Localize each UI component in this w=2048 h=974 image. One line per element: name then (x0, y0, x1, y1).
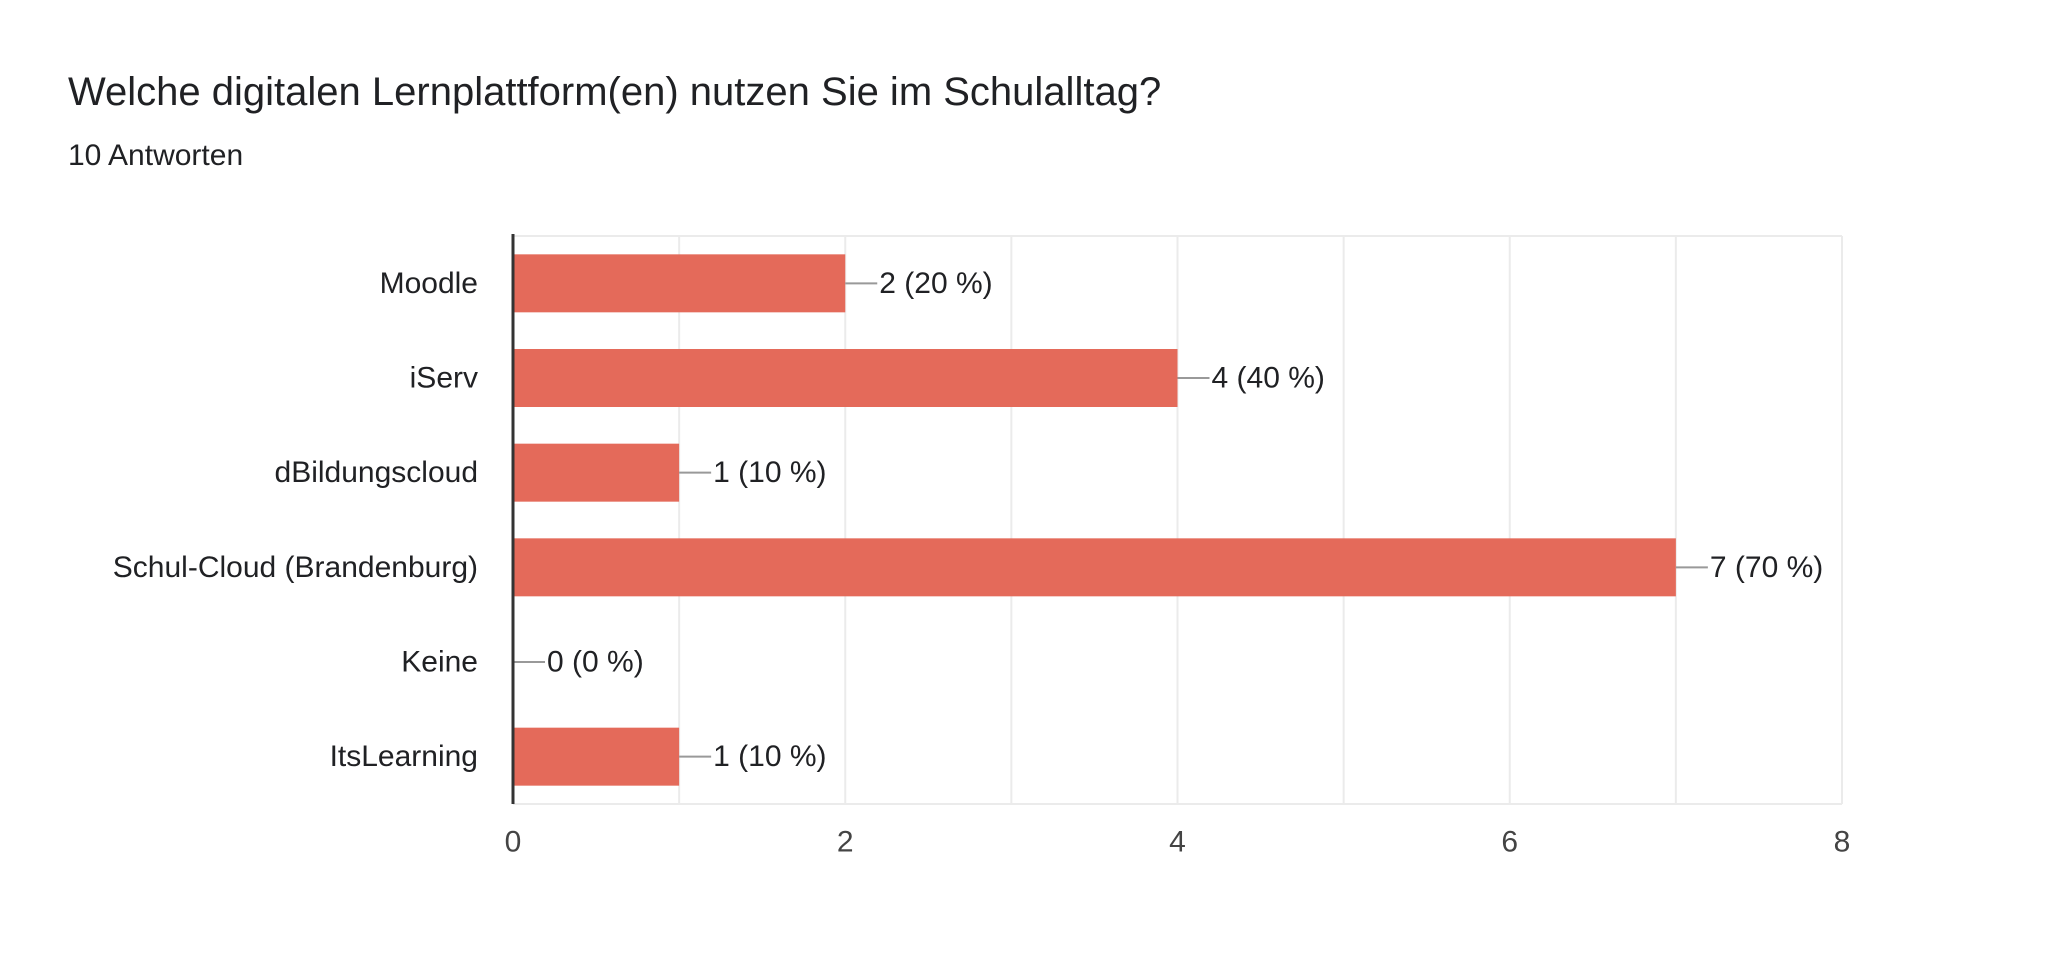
data-label: 7 (70 %) (1710, 551, 1823, 584)
x-tick-label: 0 (505, 826, 522, 859)
bar-1 (513, 349, 1178, 407)
x-tick-label: 6 (1501, 826, 1518, 859)
category-label: dBildungscloud (275, 456, 478, 489)
category-label: Keine (401, 646, 478, 679)
data-label: 1 (10 %) (713, 456, 826, 489)
data-label: 4 (40 %) (1212, 362, 1325, 395)
category-label: iServ (410, 362, 478, 395)
bar-2 (513, 443, 680, 502)
x-tick-label: 2 (837, 826, 854, 859)
bar-0 (513, 254, 846, 313)
bar-chart: Moodle 2 (20 %) iServ 4 (40 %) dBildungsclou… (113, 234, 1851, 859)
data-label: 1 (10 %) (713, 740, 826, 773)
data-label: 0 (0 %) (547, 646, 644, 679)
x-tick-label: 8 (1834, 826, 1851, 859)
data-label: 2 (20 %) (879, 267, 992, 300)
bar-5 (513, 727, 680, 786)
x-tick-label: 4 (1169, 826, 1186, 859)
bar-3 (513, 538, 1676, 597)
category-label: Schul-Cloud (Brandenburg) (113, 551, 478, 584)
category-label: ItsLearning (330, 740, 478, 773)
category-label: Moodle (380, 267, 478, 300)
